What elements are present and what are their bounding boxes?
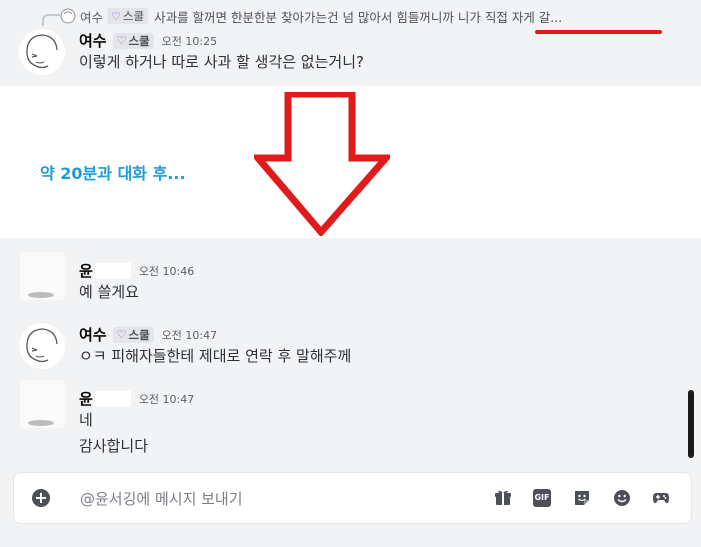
- message-author[interactable]: 여수: [79, 30, 107, 51]
- reply-tag-label: 스쿨: [122, 9, 145, 23]
- message-header: 여수 ♡ 스쿨 오전 10:25: [79, 30, 217, 51]
- user-avatar[interactable]: [20, 380, 66, 428]
- redacted-name: [94, 262, 131, 279]
- game-controller-icon[interactable]: [652, 489, 670, 507]
- scrollbar-thumb[interactable]: [688, 390, 694, 458]
- message-text: ㅇㅋ 피해자들한테 제대로 연락 후 말해주께: [79, 347, 352, 365]
- message-timestamp: 오전 10:47: [161, 328, 218, 342]
- message-author[interactable]: 윤: [79, 388, 93, 409]
- down-arrow-icon: [254, 92, 390, 236]
- emoji-icon[interactable]: [613, 489, 631, 507]
- add-attachment-button[interactable]: +: [32, 489, 50, 507]
- sticker-icon[interactable]: [573, 489, 591, 507]
- message-header: 여수 ♡ 스쿨 오전 10:47: [79, 324, 217, 345]
- reply-text[interactable]: 사과를 할꺼면 한분한분 찾아가는건 넘 많아서 힘들꺼니까 니가 직접 자게 …: [154, 7, 562, 26]
- chat-panel-top: 여수 ♡ 스쿨 사과를 할꺼면 한분한분 찾아가는건 넘 많아서 힘들꺼니까 니가…: [0, 0, 701, 86]
- guild-tag-label: 스쿨: [128, 33, 150, 48]
- annotation-text: 약 20분과 대화 후...: [40, 164, 186, 183]
- message-text: 감사합니다: [79, 437, 149, 455]
- redacted-name: [94, 390, 131, 407]
- reply-author[interactable]: 여수: [80, 7, 103, 26]
- reply-guild-tag: ♡ 스쿨: [107, 8, 149, 24]
- heart-icon: ♡: [116, 34, 127, 47]
- heart-icon: ♡: [111, 9, 121, 23]
- guild-tag: ♡ 스쿨: [112, 326, 154, 343]
- message-header: 윤 오전 10:47: [79, 388, 194, 409]
- message-input[interactable]: [78, 485, 462, 513]
- message-text: 예 쓸게요: [79, 283, 139, 301]
- user-avatar[interactable]: [20, 252, 66, 300]
- message-timestamp: 오전 10:25: [161, 34, 218, 48]
- user-avatar-icon[interactable]: [18, 28, 66, 76]
- message-header: 윤 오전 10:46: [79, 260, 194, 281]
- message-input-bar: + GIF: [13, 472, 692, 524]
- reply-spine: [42, 14, 60, 26]
- reply-avatar-icon: [60, 8, 76, 24]
- message-timestamp: 오전 10:46: [138, 264, 195, 278]
- message-text: 이렇게 하거나 따로 사과 할 생각은 없는거니?: [79, 53, 364, 71]
- message-timestamp: 오전 10:47: [138, 392, 195, 406]
- user-avatar-icon[interactable]: [18, 322, 66, 370]
- gift-icon[interactable]: [494, 489, 512, 507]
- message-author[interactable]: 윤: [79, 260, 93, 281]
- gif-button[interactable]: GIF: [533, 489, 551, 507]
- message-author[interactable]: 여수: [79, 324, 107, 345]
- message-text: 네: [79, 411, 93, 429]
- red-underline: [535, 30, 662, 34]
- guild-tag: ♡ 스쿨: [112, 32, 154, 49]
- heart-icon: ♡: [116, 328, 127, 341]
- avatar-smudge: [28, 292, 54, 298]
- guild-tag-label: 스쿨: [128, 327, 150, 342]
- reply-reference[interactable]: 여수 ♡ 스쿨 사과를 할꺼면 한분한분 찾아가는건 넘 많아서 힘들꺼니까 니가…: [60, 6, 562, 26]
- avatar-smudge: [28, 420, 54, 426]
